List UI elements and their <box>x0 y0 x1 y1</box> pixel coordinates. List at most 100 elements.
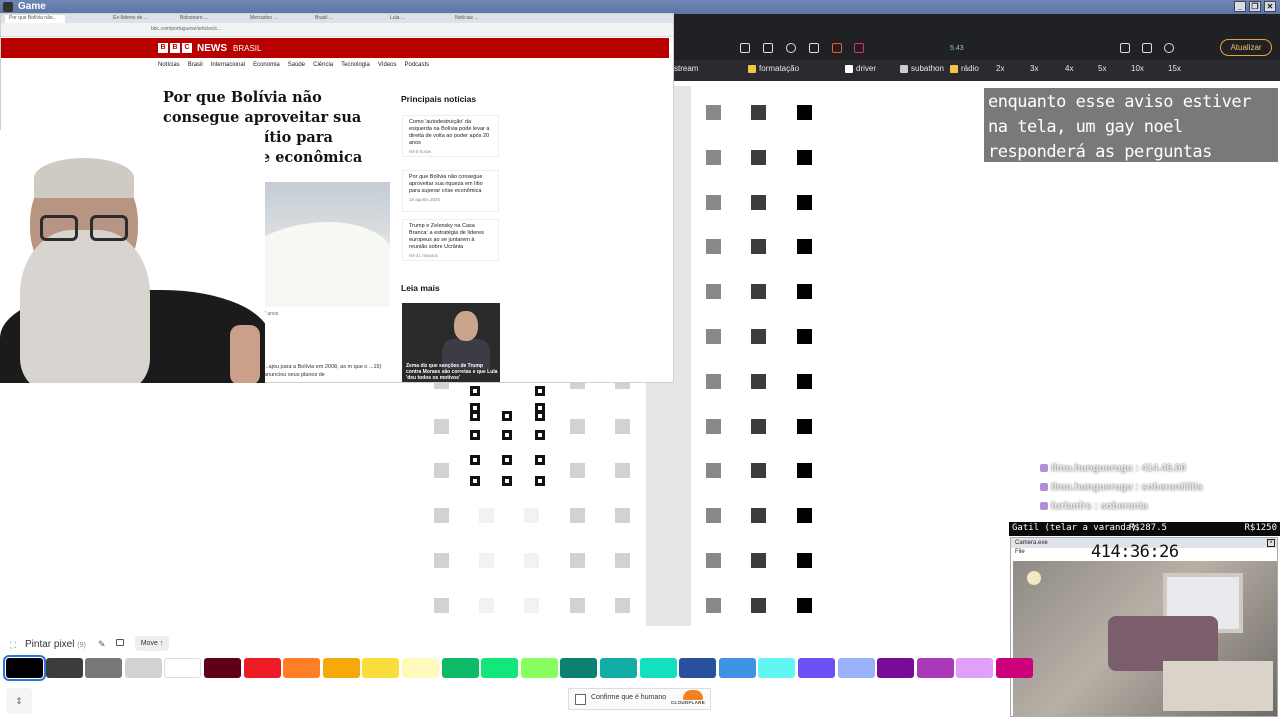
color-swatch[interactable] <box>204 658 241 678</box>
translate-icon[interactable] <box>763 43 773 53</box>
maximize-button[interactable]: ❐ <box>1249 1 1261 12</box>
cast-icon[interactable] <box>740 43 750 53</box>
color-swatch[interactable] <box>283 658 321 678</box>
pencil-icon[interactable]: ✎ <box>98 639 106 650</box>
expand-icon[interactable]: ⛶ <box>10 640 16 651</box>
canvas-pixel[interactable] <box>706 553 721 568</box>
canvas-pixel[interactable] <box>751 508 766 523</box>
profile-icon[interactable] <box>1164 43 1174 53</box>
browser-tab[interactable]: Mercados ... <box>246 15 306 23</box>
url-text[interactable]: bbc.com/portuguese/articles/c... <box>151 26 451 34</box>
nav-item-ciencia[interactable]: Ciência <box>313 62 333 68</box>
canvas-pixel[interactable] <box>706 374 721 389</box>
video-card[interactable]: Zema diz que sanções de Trump contra Mor… <box>402 303 500 382</box>
zoom-icon[interactable] <box>786 43 796 53</box>
canvas-pixel[interactable] <box>751 463 766 478</box>
canvas-pixel[interactable] <box>797 105 812 120</box>
bookmark-subathon[interactable]: subathon <box>900 64 944 73</box>
bbc-logo[interactable]: B B C NEWS BRASIL <box>158 42 261 54</box>
canvas-pixel[interactable] <box>570 508 585 523</box>
color-swatch[interactable] <box>956 658 994 678</box>
color-swatch[interactable] <box>679 658 717 678</box>
canvas-pixel[interactable] <box>615 553 630 568</box>
close-button[interactable]: ✕ <box>1264 1 1276 12</box>
canvas-pixel[interactable] <box>797 195 812 210</box>
canvas-pixel[interactable] <box>797 284 812 299</box>
canvas-pixel[interactable] <box>706 463 721 478</box>
minimize-button[interactable]: _ <box>1234 1 1246 12</box>
canvas-pixel[interactable] <box>751 553 766 568</box>
sidebar-icon[interactable] <box>1120 43 1130 53</box>
canvas-pixel[interactable] <box>706 105 721 120</box>
canvas-pixel[interactable] <box>706 329 721 344</box>
canvas-pixel[interactable] <box>706 508 721 523</box>
color-swatch[interactable] <box>45 658 83 678</box>
nav-item-internacional[interactable]: Internacional <box>211 62 245 68</box>
color-swatch[interactable] <box>243 658 281 678</box>
canvas-pixel[interactable] <box>751 598 766 613</box>
nav-item-videos[interactable]: Vídeos <box>378 62 397 68</box>
canvas-pixel[interactable] <box>706 195 721 210</box>
canvas-pixel[interactable] <box>706 150 721 165</box>
nav-item-brasil[interactable]: Brasil <box>188 62 203 68</box>
bookmark-formatacao[interactable]: formatação <box>748 64 799 73</box>
bookmark-radio[interactable]: rádio <box>950 64 979 73</box>
canvas-pixel[interactable] <box>797 463 812 478</box>
canvas-pixel[interactable] <box>434 553 449 568</box>
brave-rewards-icon[interactable] <box>854 43 864 53</box>
color-swatch[interactable] <box>718 658 756 678</box>
canvas-pixel[interactable] <box>570 463 585 478</box>
canvas-pixel[interactable] <box>797 329 812 344</box>
bookmark-driver[interactable]: driver <box>845 64 876 73</box>
canvas-pixel[interactable] <box>570 553 585 568</box>
canvas-pixel[interactable] <box>706 419 721 434</box>
color-swatch[interactable] <box>441 658 479 678</box>
news-card-title[interactable]: Por que Bolívia não consegue aproveitar … <box>409 174 492 195</box>
nav-item-podcasts[interactable]: Podcasts <box>405 62 430 68</box>
color-swatch[interactable] <box>322 658 360 678</box>
bookmark-3x[interactable]: 3x <box>1030 64 1038 73</box>
canvas-pixel[interactable] <box>751 329 766 344</box>
update-button[interactable]: Atualizar <box>1220 39 1272 56</box>
canvas-pixel[interactable] <box>751 284 766 299</box>
canvas-pixel[interactable] <box>615 598 630 613</box>
brave-shield-icon[interactable] <box>832 43 842 53</box>
video-caption[interactable]: Zema diz que sanções de Trump contra Mor… <box>406 363 498 381</box>
color-swatch[interactable] <box>758 658 796 678</box>
news-card-title[interactable]: Como 'autodestruição' da esquerda na Bol… <box>409 119 492 147</box>
color-swatch[interactable] <box>3 655 46 681</box>
nav-item-noticias[interactable]: Notícias <box>158 62 180 68</box>
news-card-title[interactable]: Trump e Zelensky na Casa Branca: a estra… <box>409 223 492 251</box>
canvas-pixel[interactable] <box>434 463 449 478</box>
canvas-pixel[interactable] <box>570 419 585 434</box>
canvas-pixel[interactable] <box>706 598 721 613</box>
color-swatch[interactable] <box>798 658 835 678</box>
color-swatch[interactable] <box>837 658 875 678</box>
browser-tab[interactable]: Brasil ... <box>311 15 371 23</box>
canvas-pixel[interactable] <box>797 374 812 389</box>
nav-item-saude[interactable]: Saúde <box>288 62 305 68</box>
canvas-pixel[interactable] <box>479 508 494 523</box>
canvas-pixel[interactable] <box>751 239 766 254</box>
news-card[interactable]: Por que Bolívia não consegue aproveitar … <box>402 170 499 212</box>
canvas-pixel[interactable] <box>479 598 494 613</box>
camera-menu-file[interactable]: File <box>1015 549 1025 555</box>
bookmark-4x[interactable]: 4x <box>1065 64 1073 73</box>
canvas-pixel[interactable] <box>524 553 539 568</box>
canvas-pixel[interactable] <box>479 553 494 568</box>
browser-tab[interactable]: Bolsonaro ... <box>176 15 236 23</box>
nav-item-tecnologia[interactable]: Tecnologia <box>341 62 370 68</box>
bookmark-stream[interactable]: stream <box>674 64 698 73</box>
canvas-pixel[interactable] <box>797 150 812 165</box>
color-swatch[interactable] <box>639 658 677 678</box>
canvas-pixel[interactable] <box>797 419 812 434</box>
share-icon[interactable] <box>809 43 819 53</box>
canvas-pixel[interactable] <box>751 374 766 389</box>
canvas-pixel[interactable] <box>797 553 812 568</box>
captcha-checkbox[interactable] <box>575 694 586 705</box>
canvas-pixel[interactable] <box>615 508 630 523</box>
canvas-pixel[interactable] <box>751 195 766 210</box>
canvas-pixel[interactable] <box>797 598 812 613</box>
bookmark-2x[interactable]: 2x <box>996 64 1004 73</box>
move-button[interactable]: Move ↑ <box>135 636 169 651</box>
